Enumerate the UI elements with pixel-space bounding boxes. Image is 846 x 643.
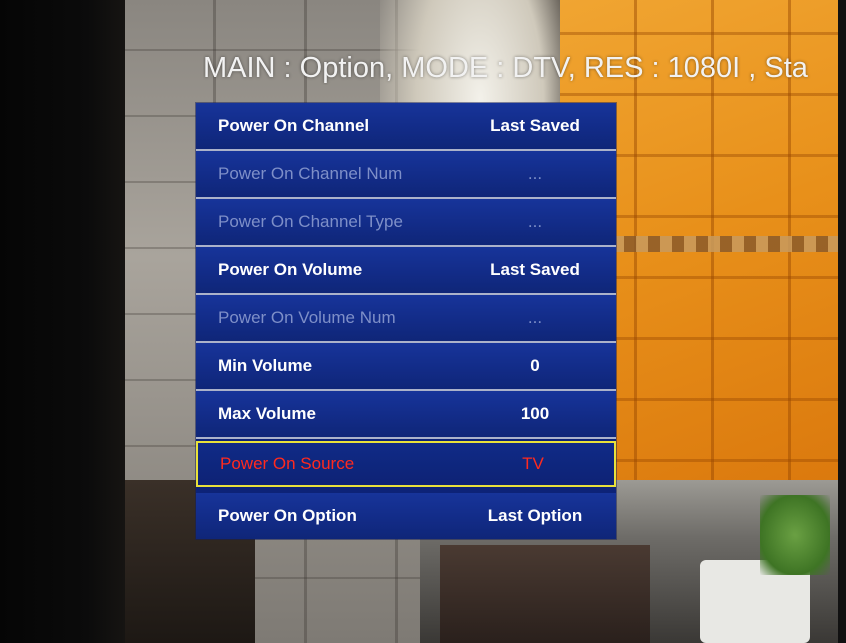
menu-item-value: Last Saved bbox=[490, 116, 580, 135]
menu-item-label: Power On Channel bbox=[218, 116, 370, 135]
menu-item-power-on-source[interactable]: Power On Source TV bbox=[196, 441, 616, 487]
tv-bezel bbox=[0, 0, 125, 643]
menu-item-label: Power On Channel Type bbox=[218, 212, 403, 231]
menu-item-power-on-channel[interactable]: Power On Channel Last Saved bbox=[196, 103, 616, 149]
photo-edge bbox=[838, 0, 846, 643]
menu-item-max-volume[interactable]: Max Volume 100 bbox=[196, 391, 616, 437]
osd-status-header: MAIN : Option, MODE : DTV, RES : 1080I ,… bbox=[203, 52, 808, 84]
menu-item-power-on-volume[interactable]: Power On Volume Last Saved bbox=[196, 247, 616, 293]
menu-item-min-volume[interactable]: Min Volume 0 bbox=[196, 343, 616, 389]
menu-item-value: Last Saved bbox=[490, 260, 580, 279]
menu-item-label: Power On Channel Num bbox=[218, 164, 403, 183]
menu-item-label: Power On Volume Num bbox=[218, 308, 396, 327]
power-on-options-menu: Power On Channel Last Saved Power On Cha… bbox=[196, 103, 616, 539]
green-vegetables bbox=[760, 495, 830, 575]
menu-item-power-on-volume-num: Power On Volume Num ... bbox=[196, 295, 616, 341]
menu-item-label: Min Volume bbox=[218, 356, 313, 375]
menu-item-label: Power On Source bbox=[220, 454, 355, 473]
menu-item-value: 0 bbox=[530, 356, 540, 375]
menu-item-power-on-channel-type: Power On Channel Type ... bbox=[196, 199, 616, 245]
menu-item-power-on-channel-num: Power On Channel Num ... bbox=[196, 151, 616, 197]
menu-item-label: Power On Volume bbox=[218, 260, 363, 279]
menu-item-label: Max Volume bbox=[218, 404, 316, 423]
menu-item-power-on-option[interactable]: Power On Option Last Option bbox=[196, 493, 616, 539]
menu-item-value: 100 bbox=[520, 404, 550, 423]
menu-item-value: TV bbox=[522, 454, 544, 473]
menu-item-value: ... bbox=[527, 212, 543, 231]
menu-item-value: ... bbox=[527, 164, 543, 183]
decorative-tile-stripe bbox=[600, 236, 846, 252]
menu-item-value: ... bbox=[527, 308, 543, 327]
menu-separator bbox=[196, 437, 616, 439]
kitchen-cabinet bbox=[440, 545, 650, 643]
menu-item-label: Power On Option bbox=[218, 506, 357, 525]
menu-item-value: Last Option bbox=[487, 506, 583, 525]
